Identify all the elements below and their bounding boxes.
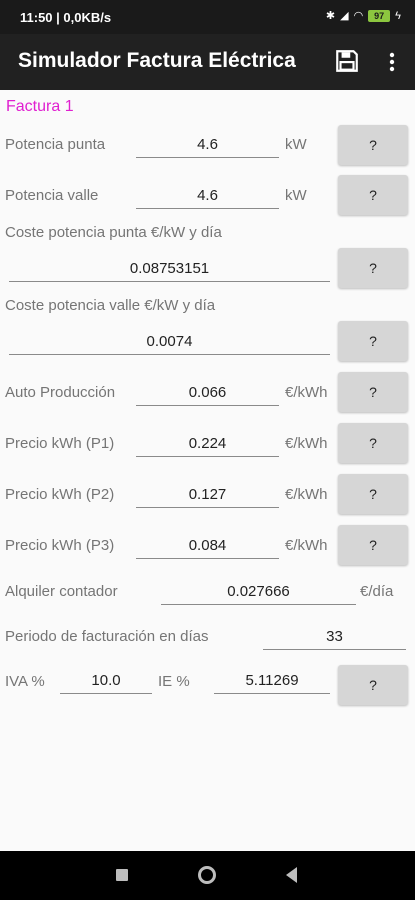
potencia-punta-label: Potencia punta (5, 136, 106, 153)
precio-p1-label: Precio kWh (P1) (5, 435, 115, 452)
status-icons: ✱ ◢ ◠ 97 ϟ (326, 9, 401, 22)
coste-valle-input[interactable]: 0.0074 (9, 327, 330, 355)
overflow-menu-icon[interactable] (382, 50, 402, 74)
coste-punta-label: Coste potencia punta €/kW y día (5, 224, 222, 241)
alquiler-unit: €/día (360, 583, 394, 600)
potencia-valle-help-button[interactable]: ? (338, 175, 408, 215)
save-icon[interactable] (334, 48, 360, 74)
coste-punta-help-button[interactable]: ? (338, 248, 408, 288)
auto-produccion-input[interactable]: 0.066 (136, 378, 279, 406)
iva-label: IVA % (5, 673, 45, 690)
app-bar: Simulador Factura Eléctrica (0, 34, 415, 90)
potencia-valle-label: Potencia valle (5, 187, 99, 204)
bluetooth-icon: ✱ (325, 10, 336, 22)
charging-icon: ϟ (395, 9, 401, 22)
precio-p2-input[interactable]: 0.127 (136, 480, 279, 508)
auto-produccion-unit: €/kWh (285, 384, 328, 401)
precio-p2-label: Precio kWh (P2) (5, 486, 115, 503)
section-title: Factura 1 (6, 98, 74, 115)
potencia-punta-help-button[interactable]: ? (338, 125, 408, 165)
iva-ie-help-button[interactable]: ? (338, 665, 408, 705)
precio-p3-label: Precio kWh (P3) (5, 537, 115, 554)
status-time: 11:50 | 0,0KB/s (20, 10, 112, 25)
iva-input[interactable]: 10.0 (60, 666, 152, 694)
back-icon[interactable] (286, 867, 297, 883)
auto-produccion-label: Auto Producción (5, 384, 116, 401)
precio-p1-help-button[interactable]: ? (338, 423, 408, 463)
battery-icon: 97 (368, 9, 391, 22)
system-nav-bar (0, 851, 415, 900)
precio-p1-unit: €/kWh (285, 435, 328, 452)
signal-icon: ◢ (340, 10, 349, 22)
precio-p3-unit: €/kWh (285, 537, 328, 554)
app-title: Simulador Factura Eléctrica (18, 49, 296, 72)
precio-p3-help-button[interactable]: ? (338, 525, 408, 565)
alquiler-label: Alquiler contador (5, 583, 118, 600)
precio-p1-input[interactable]: 0.224 (136, 429, 279, 457)
alquiler-input[interactable]: 0.027666 (161, 577, 356, 605)
coste-valle-help-button[interactable]: ? (338, 321, 408, 361)
auto-produccion-help-button[interactable]: ? (338, 372, 408, 412)
potencia-valle-input[interactable]: 4.6 (136, 181, 279, 209)
precio-p3-input[interactable]: 0.084 (136, 531, 279, 559)
status-bar: 11:50 | 0,0KB/s ✱ ◢ ◠ 97 ϟ (0, 0, 415, 34)
coste-punta-input[interactable]: 0.08753151 (9, 254, 330, 282)
periodo-label: Periodo de facturación en días (5, 628, 209, 645)
ie-label: IE % (158, 673, 190, 690)
coste-valle-label: Coste potencia valle €/kW y día (5, 297, 216, 314)
potencia-punta-input[interactable]: 4.6 (136, 130, 279, 158)
wifi-icon: ◠ (353, 10, 364, 22)
ie-input[interactable]: 5.11269 (214, 666, 330, 694)
periodo-input[interactable]: 33 (263, 622, 406, 650)
potencia-valle-unit: kW (285, 187, 307, 204)
precio-p2-help-button[interactable]: ? (338, 474, 408, 514)
recents-icon[interactable] (116, 869, 128, 881)
potencia-punta-unit: kW (285, 136, 307, 153)
home-icon[interactable] (198, 866, 216, 884)
precio-p2-unit: €/kWh (285, 486, 328, 503)
